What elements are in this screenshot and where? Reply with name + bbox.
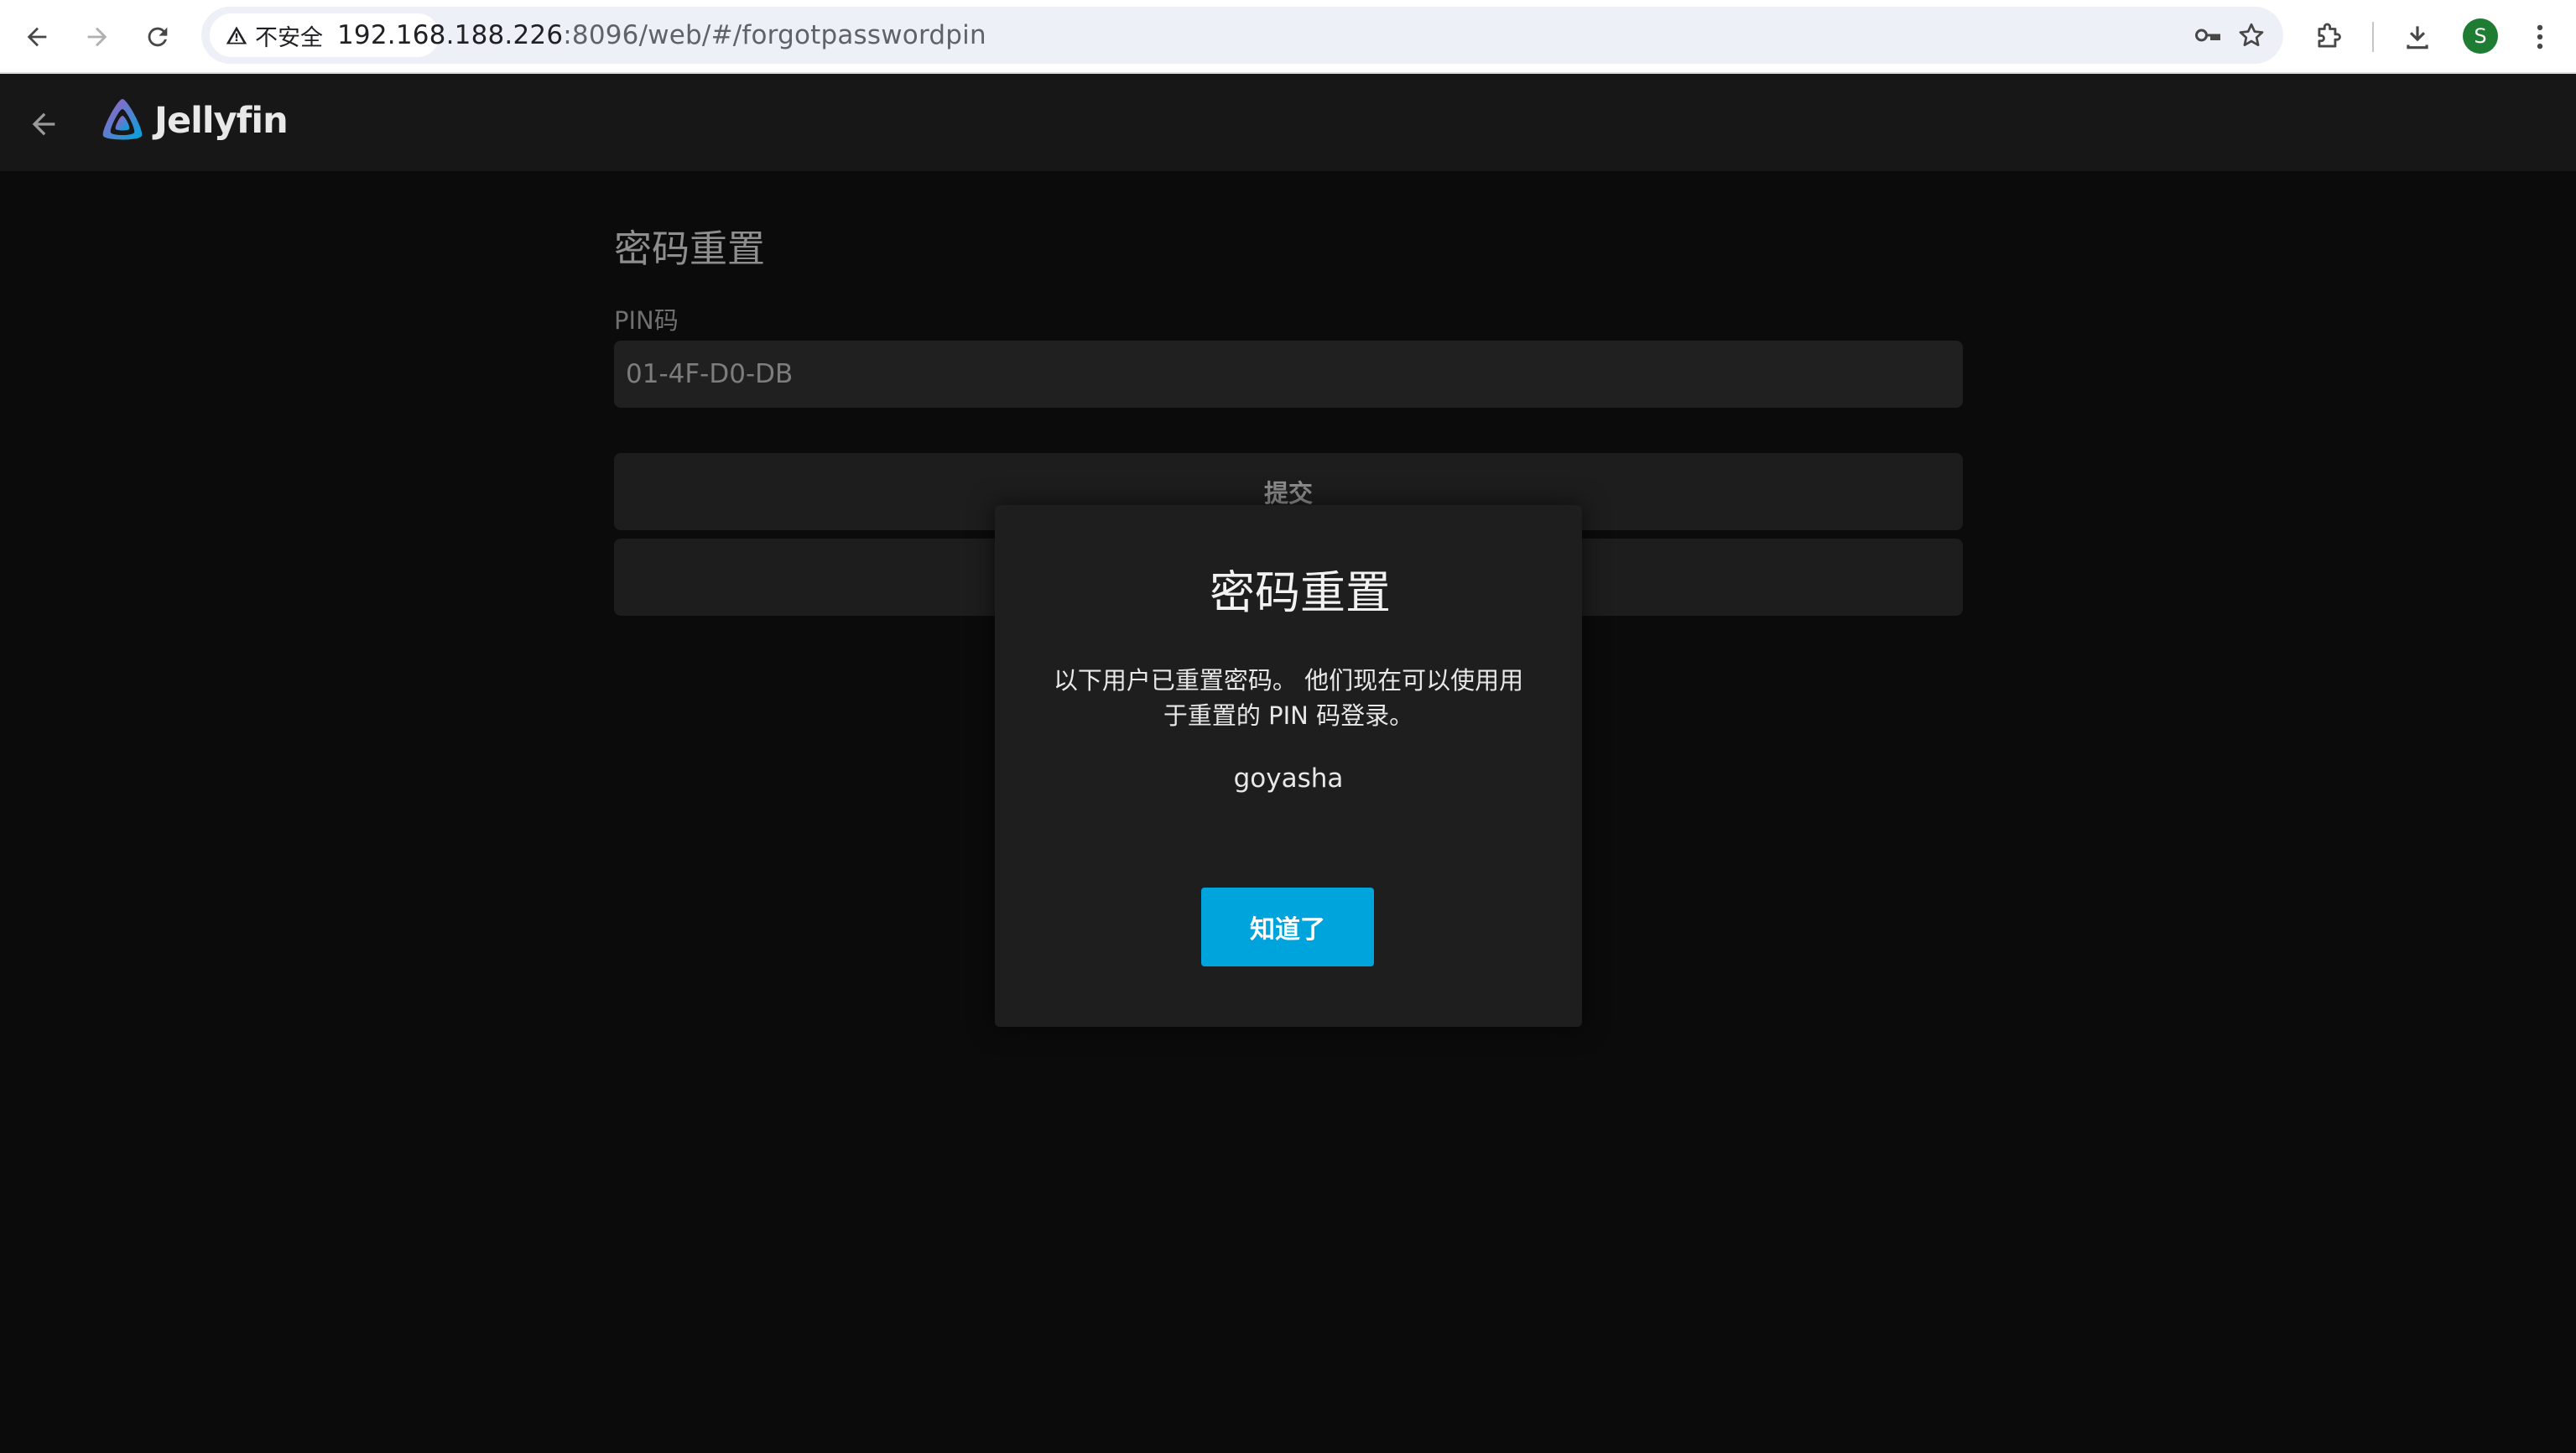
url-text[interactable]: 192.168.188.226:8096/web/#/forgotpasswor… bbox=[337, 7, 986, 64]
dialog-username: goyasha bbox=[1233, 763, 1344, 794]
url-path: :8096/web/#/forgotpasswordpin bbox=[563, 20, 986, 50]
address-bar[interactable]: 不安全 192.168.188.226:8096/web/#/forgotpas… bbox=[201, 7, 2283, 64]
got-it-button[interactable]: 知道了 bbox=[1201, 888, 1374, 966]
kebab-menu-icon[interactable] bbox=[2521, 18, 2558, 55]
key-icon[interactable] bbox=[2191, 18, 2225, 52]
dialog-message: 以下用户已重置密码。 他们现在可以使用用于重置的 PIN 码登录。 bbox=[1053, 666, 1524, 730]
submit-button-label: 提交 bbox=[1263, 479, 1313, 508]
warning-icon bbox=[226, 26, 247, 44]
back-arrow-icon bbox=[32, 112, 55, 136]
profile-avatar[interactable]: S bbox=[2463, 18, 2498, 54]
extensions-icon[interactable] bbox=[2310, 18, 2347, 55]
toolbar-divider bbox=[2372, 22, 2374, 52]
dialog-title: 密码重置 bbox=[1210, 566, 1391, 619]
browser-toolbar: 不安全 192.168.188.226:8096/web/#/forgotpas… bbox=[0, 0, 2576, 74]
got-it-button-label: 知道了 bbox=[1250, 915, 1325, 945]
security-label: 不安全 bbox=[255, 24, 323, 51]
jellyfin-logo-icon bbox=[102, 99, 143, 140]
header-back-button[interactable] bbox=[22, 102, 65, 146]
forward-arrow-icon[interactable] bbox=[75, 15, 119, 59]
star-icon[interactable] bbox=[2235, 18, 2268, 52]
reload-icon[interactable] bbox=[136, 15, 180, 59]
brand-name: Jellyfin bbox=[154, 100, 289, 142]
pin-label: PIN码 bbox=[614, 306, 679, 335]
download-icon[interactable] bbox=[2399, 18, 2436, 55]
pin-input[interactable]: 01-4F-D0-DB bbox=[614, 341, 1963, 408]
jellyfin-logo[interactable]: Jellyfin bbox=[97, 96, 289, 146]
password-reset-dialog: 密码重置 以下用户已重置密码。 他们现在可以使用用于重置的 PIN 码登录。 g… bbox=[995, 505, 1582, 1027]
page-title: 密码重置 bbox=[614, 227, 766, 271]
back-arrow-icon[interactable] bbox=[15, 15, 59, 59]
url-host: 192.168.188.226 bbox=[337, 20, 564, 50]
app-header: Jellyfin bbox=[0, 74, 2576, 171]
